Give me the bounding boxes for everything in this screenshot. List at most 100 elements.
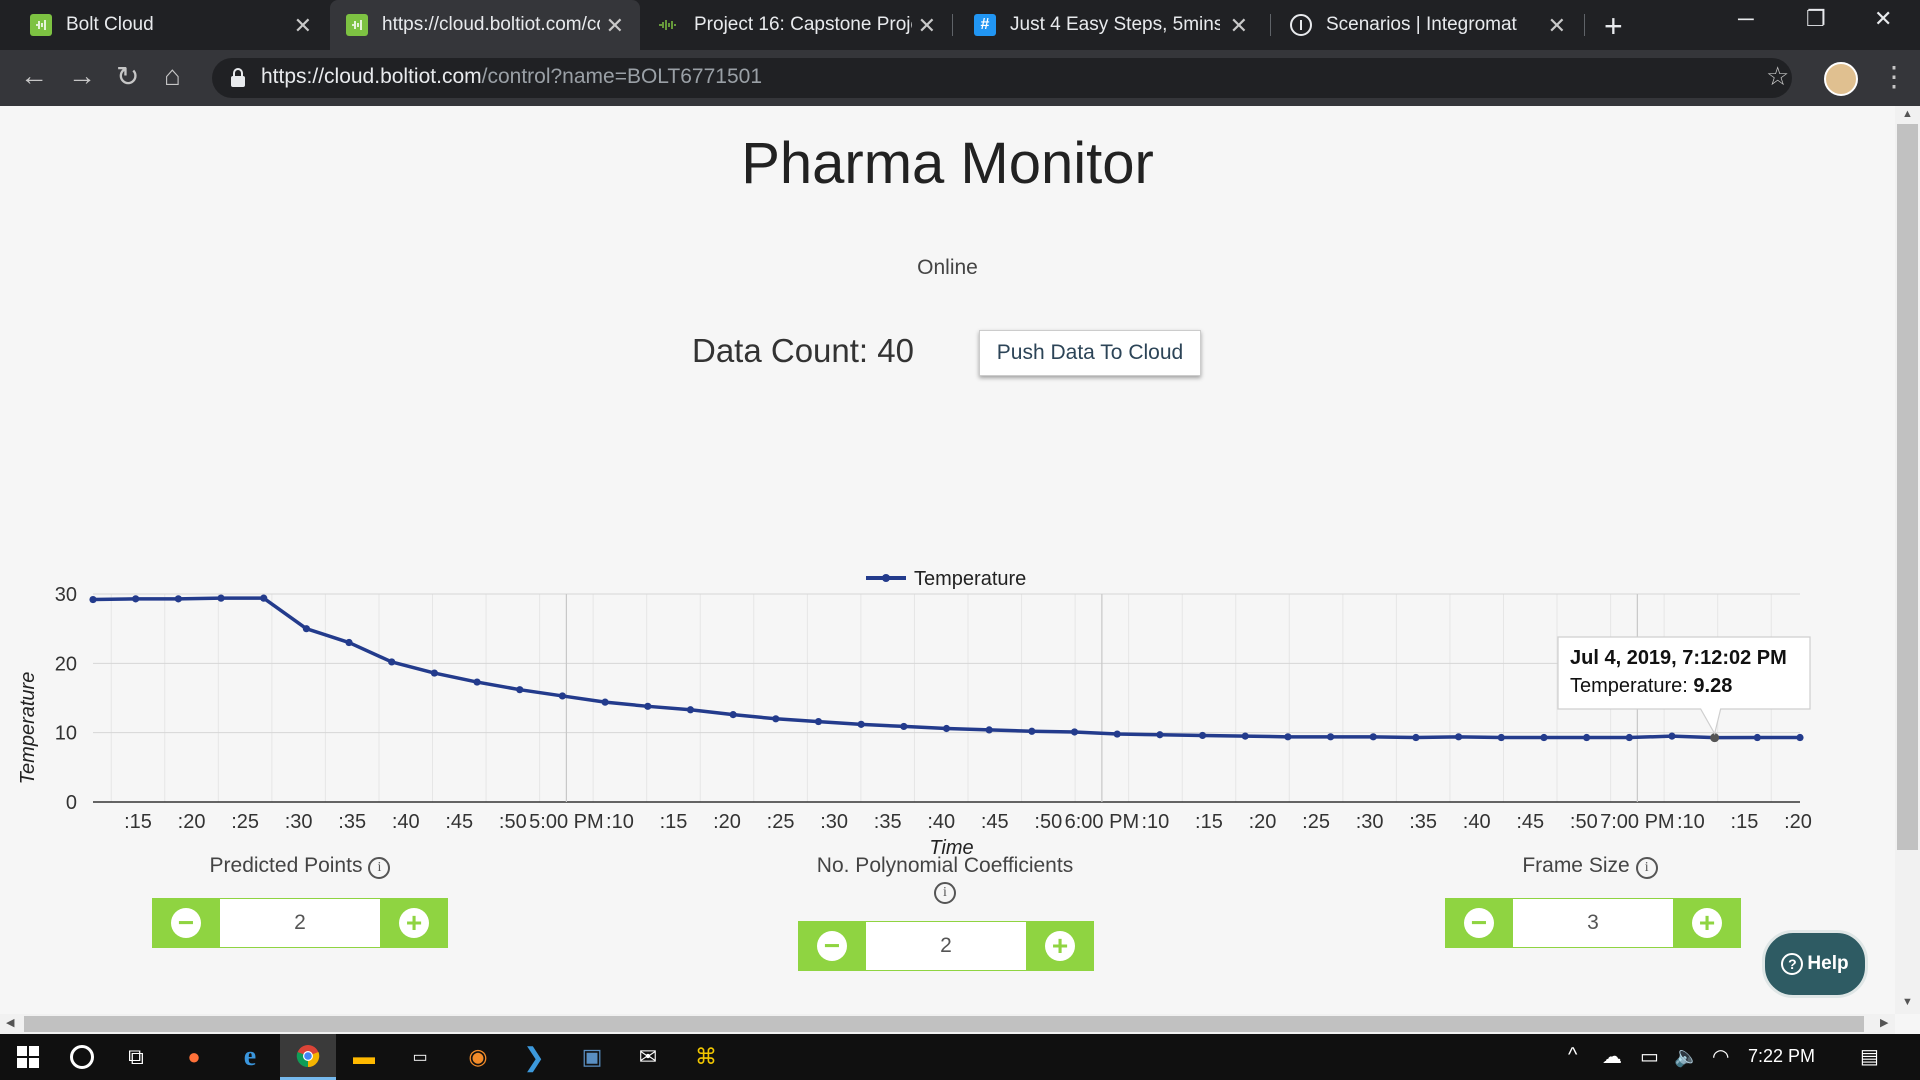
vscode-icon[interactable]: ❯ <box>506 1034 562 1080</box>
data-point <box>388 658 396 666</box>
close-tab-icon[interactable]: ✕ <box>918 13 936 39</box>
x-tick-label: :30 <box>285 811 313 833</box>
url-text[interactable]: https://cloud.boltiot.com/control?name=B… <box>261 65 762 89</box>
decrement-button[interactable]: − <box>1445 898 1513 948</box>
close-tab-icon[interactable]: ✕ <box>294 13 312 39</box>
info-icon[interactable]: i <box>368 856 391 879</box>
polynomial-input[interactable]: 2 <box>866 921 1026 971</box>
legend-label: Temperature <box>914 568 1026 590</box>
x-tick-label: :40 <box>392 811 420 833</box>
close-tab-icon[interactable]: ✕ <box>1548 13 1566 39</box>
bolt-icon <box>346 14 368 36</box>
tray-chevron-icon[interactable]: ^ <box>1568 1044 1577 1067</box>
data-point <box>1583 733 1591 742</box>
bookmark-star-icon[interactable]: ☆ <box>1766 61 1789 92</box>
data-point <box>217 594 225 602</box>
mail-icon[interactable]: ✉ <box>620 1034 676 1080</box>
home-icon[interactable]: ⌂ <box>164 60 181 92</box>
app-icon-2[interactable]: ▣ <box>564 1034 620 1080</box>
profile-avatar[interactable] <box>1824 62 1858 96</box>
plus-icon: + <box>399 908 429 938</box>
chrome-icon[interactable] <box>280 1034 336 1080</box>
data-point <box>644 702 652 710</box>
polynomial-label: No. Polynomial Coefficients <box>816 854 1074 877</box>
minus-icon: − <box>817 931 847 961</box>
terminal-icon[interactable]: ▭ <box>392 1034 448 1080</box>
scroll-right-icon[interactable]: ▶ <box>1880 1016 1888 1029</box>
reload-icon[interactable]: ↻ <box>116 60 139 93</box>
windows-start-icon[interactable] <box>0 1034 56 1080</box>
data-point <box>857 720 865 728</box>
search-icon[interactable] <box>54 1034 110 1080</box>
menu-icon[interactable]: ⋮ <box>1880 60 1908 93</box>
y-tick-label: 30 <box>55 584 77 606</box>
scroll-up-icon[interactable]: ▲ <box>1902 108 1913 120</box>
legend-marker <box>882 574 890 582</box>
push-data-button[interactable]: Push Data To Cloud <box>979 330 1201 376</box>
scroll-down-icon[interactable]: ▼ <box>1902 996 1913 1008</box>
close-window-icon[interactable]: ✕ <box>1874 6 1892 32</box>
vertical-scroll-thumb[interactable] <box>1897 124 1918 850</box>
tab-just-4-steps[interactable]: # Just 4 Easy Steps, 5mins & Sign ✕ <box>954 0 1264 50</box>
close-tab-icon[interactable]: ✕ <box>606 13 624 39</box>
app-icon[interactable]: ◉ <box>450 1034 506 1080</box>
x-tick-label: :45 <box>1516 811 1544 833</box>
y-tick-label: 0 <box>66 792 77 814</box>
x-tick-label: :20 <box>713 811 741 833</box>
task-view-icon[interactable]: ⧉ <box>108 1034 164 1080</box>
data-point <box>1241 732 1249 740</box>
plus-icon: + <box>1692 908 1722 938</box>
info-icon[interactable]: i <box>934 882 956 904</box>
tab-bolt-cloud[interactable]: Bolt Cloud ✕ <box>0 0 328 50</box>
increment-button[interactable]: + <box>380 898 448 948</box>
decrement-button[interactable]: − <box>798 921 866 971</box>
scroll-left-icon[interactable]: ◀ <box>6 1016 14 1029</box>
minus-icon: − <box>1464 908 1494 938</box>
page-content: Pharma Monitor Online Data Count: 40 Pus… <box>0 106 1895 1014</box>
increment-button[interactable]: + <box>1026 921 1094 971</box>
data-point <box>1156 731 1164 739</box>
x-tick-label: 6:00 PM <box>1065 811 1139 833</box>
x-tick-label: :35 <box>338 811 366 833</box>
tab-project-16[interactable]: Project 16: Capstone Project ✕ <box>642 0 952 50</box>
x-tick-label: :45 <box>981 811 1009 833</box>
tab-integromat[interactable]: Scenarios | Integromat ✕ <box>1272 0 1582 50</box>
battery-icon[interactable]: ▭ <box>1640 1044 1659 1069</box>
close-tab-icon[interactable]: ✕ <box>1230 13 1248 39</box>
plus-icon: + <box>1045 931 1075 961</box>
info-icon[interactable]: i <box>1635 856 1658 879</box>
wifi-icon[interactable]: ◠ <box>1712 1044 1729 1069</box>
forward-icon[interactable]: → <box>68 60 96 92</box>
device-status: Online <box>917 256 978 279</box>
tab-bolt-control[interactable]: https://cloud.boltiot.com/control?name=B… <box>330 0 640 50</box>
data-point <box>473 678 481 686</box>
decrement-button[interactable]: − <box>152 898 220 948</box>
data-point <box>516 686 524 694</box>
notifications-icon[interactable]: ▤ <box>1860 1044 1879 1069</box>
minimize-icon[interactable]: ─ <box>1738 6 1754 32</box>
app-icon-3[interactable]: ⌘ <box>678 1034 734 1080</box>
frame-size-input[interactable]: 3 <box>1513 898 1673 948</box>
onedrive-icon[interactable]: ☁ <box>1602 1044 1622 1069</box>
increment-button[interactable]: + <box>1673 898 1741 948</box>
data-point <box>430 669 438 677</box>
data-point <box>558 692 567 700</box>
data-point <box>686 706 695 714</box>
firefox-icon[interactable]: ● <box>166 1034 222 1080</box>
new-tab-icon[interactable]: + <box>1604 8 1623 45</box>
x-tick-label: :50 <box>499 811 527 833</box>
frame-size-label: Frame Size <box>1522 854 1630 877</box>
clock[interactable]: 7:22 PM <box>1748 1046 1815 1067</box>
volume-icon[interactable]: 🔈 <box>1674 1044 1699 1069</box>
x-tick-label: :50 <box>1570 811 1598 833</box>
help-button[interactable]: ? Help <box>1762 930 1868 998</box>
horizontal-scroll-thumb[interactable] <box>24 1016 1864 1032</box>
back-icon[interactable]: ← <box>20 60 48 92</box>
predicted-points-input[interactable]: 2 <box>220 898 380 948</box>
data-point <box>942 724 951 733</box>
data-point <box>1284 733 1292 741</box>
data-point <box>1625 733 1633 742</box>
restore-icon[interactable]: ❐ <box>1806 6 1826 32</box>
file-explorer-icon[interactable]: ▬ <box>336 1034 392 1080</box>
edge-icon[interactable]: e <box>222 1034 278 1080</box>
